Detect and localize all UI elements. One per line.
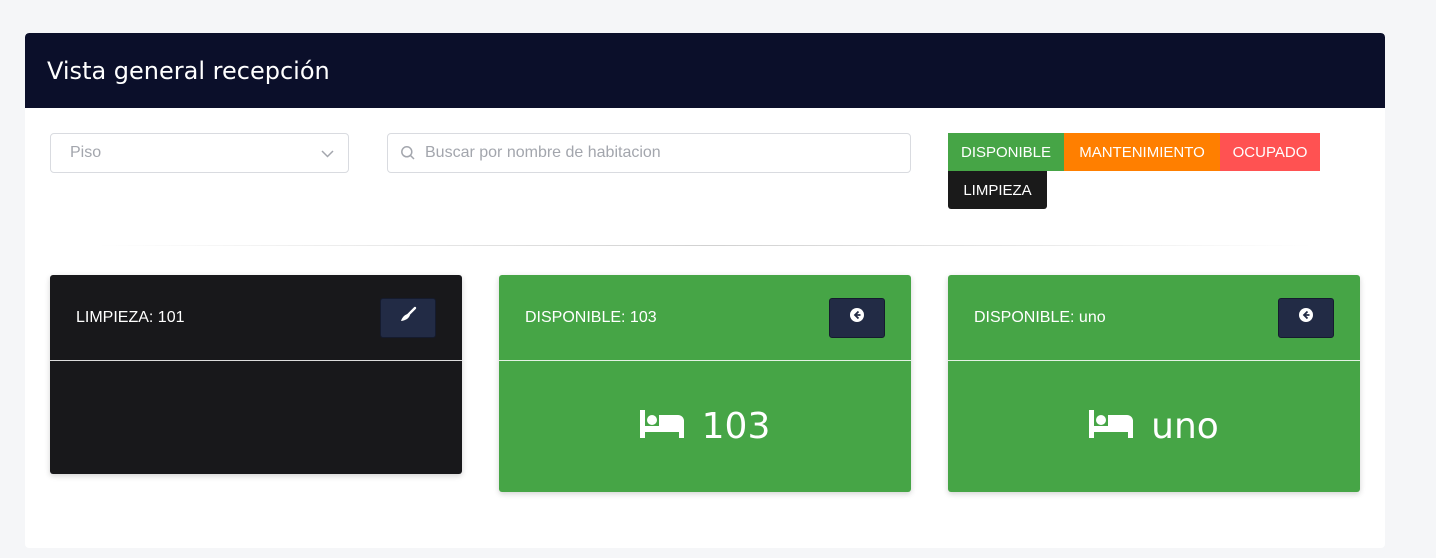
legend-mantenimiento[interactable]: MANTENIMIENTO xyxy=(1064,133,1220,171)
check-in-button[interactable] xyxy=(829,297,885,338)
arrow-circle-left-icon xyxy=(849,307,865,328)
search-placeholder: Buscar por nombre de habitacion xyxy=(425,144,661,161)
search-input[interactable]: Buscar por nombre de habitacion xyxy=(387,133,911,173)
room-card-uno[interactable]: DISPONIBLE: uno uno xyxy=(948,275,1360,492)
room-number: uno xyxy=(1151,406,1219,447)
bed-icon xyxy=(639,410,684,443)
arrow-circle-left-icon xyxy=(1298,307,1314,328)
legend-limpieza[interactable]: LIMPIEZA xyxy=(948,171,1047,209)
room-card-header: LIMPIEZA: 101 xyxy=(50,275,462,361)
legend-disponible[interactable]: DISPONIBLE xyxy=(948,133,1064,171)
panel-header: Vista general recepción xyxy=(25,33,1385,108)
clean-room-button[interactable] xyxy=(380,297,436,338)
divider xyxy=(95,245,1315,246)
room-number: 103 xyxy=(701,406,771,447)
room-card-header: DISPONIBLE: 103 xyxy=(499,275,911,361)
floor-select[interactable]: Piso xyxy=(50,133,349,173)
room-card-103[interactable]: DISPONIBLE: 103 103 xyxy=(499,275,911,492)
room-card-body xyxy=(50,361,462,474)
reception-panel: Vista general recepción Piso Buscar por … xyxy=(25,33,1385,548)
page-title: Vista general recepción xyxy=(47,56,330,85)
floor-select-placeholder: Piso xyxy=(70,144,102,161)
bed-icon xyxy=(1089,410,1134,443)
chevron-down-icon xyxy=(320,146,335,166)
room-status-label: LIMPIEZA: 101 xyxy=(76,308,185,326)
room-card-body: uno xyxy=(948,361,1360,492)
room-status-label: DISPONIBLE: 103 xyxy=(525,308,657,326)
room-status-label: DISPONIBLE: uno xyxy=(974,308,1106,326)
legend-ocupado[interactable]: OCUPADO xyxy=(1220,133,1320,171)
broom-icon xyxy=(398,305,418,330)
search-icon xyxy=(400,145,416,161)
check-in-button[interactable] xyxy=(1278,297,1334,338)
room-card-101: LIMPIEZA: 101 xyxy=(50,275,462,474)
room-card-header: DISPONIBLE: uno xyxy=(948,275,1360,361)
room-card-body: 103 xyxy=(499,361,911,492)
